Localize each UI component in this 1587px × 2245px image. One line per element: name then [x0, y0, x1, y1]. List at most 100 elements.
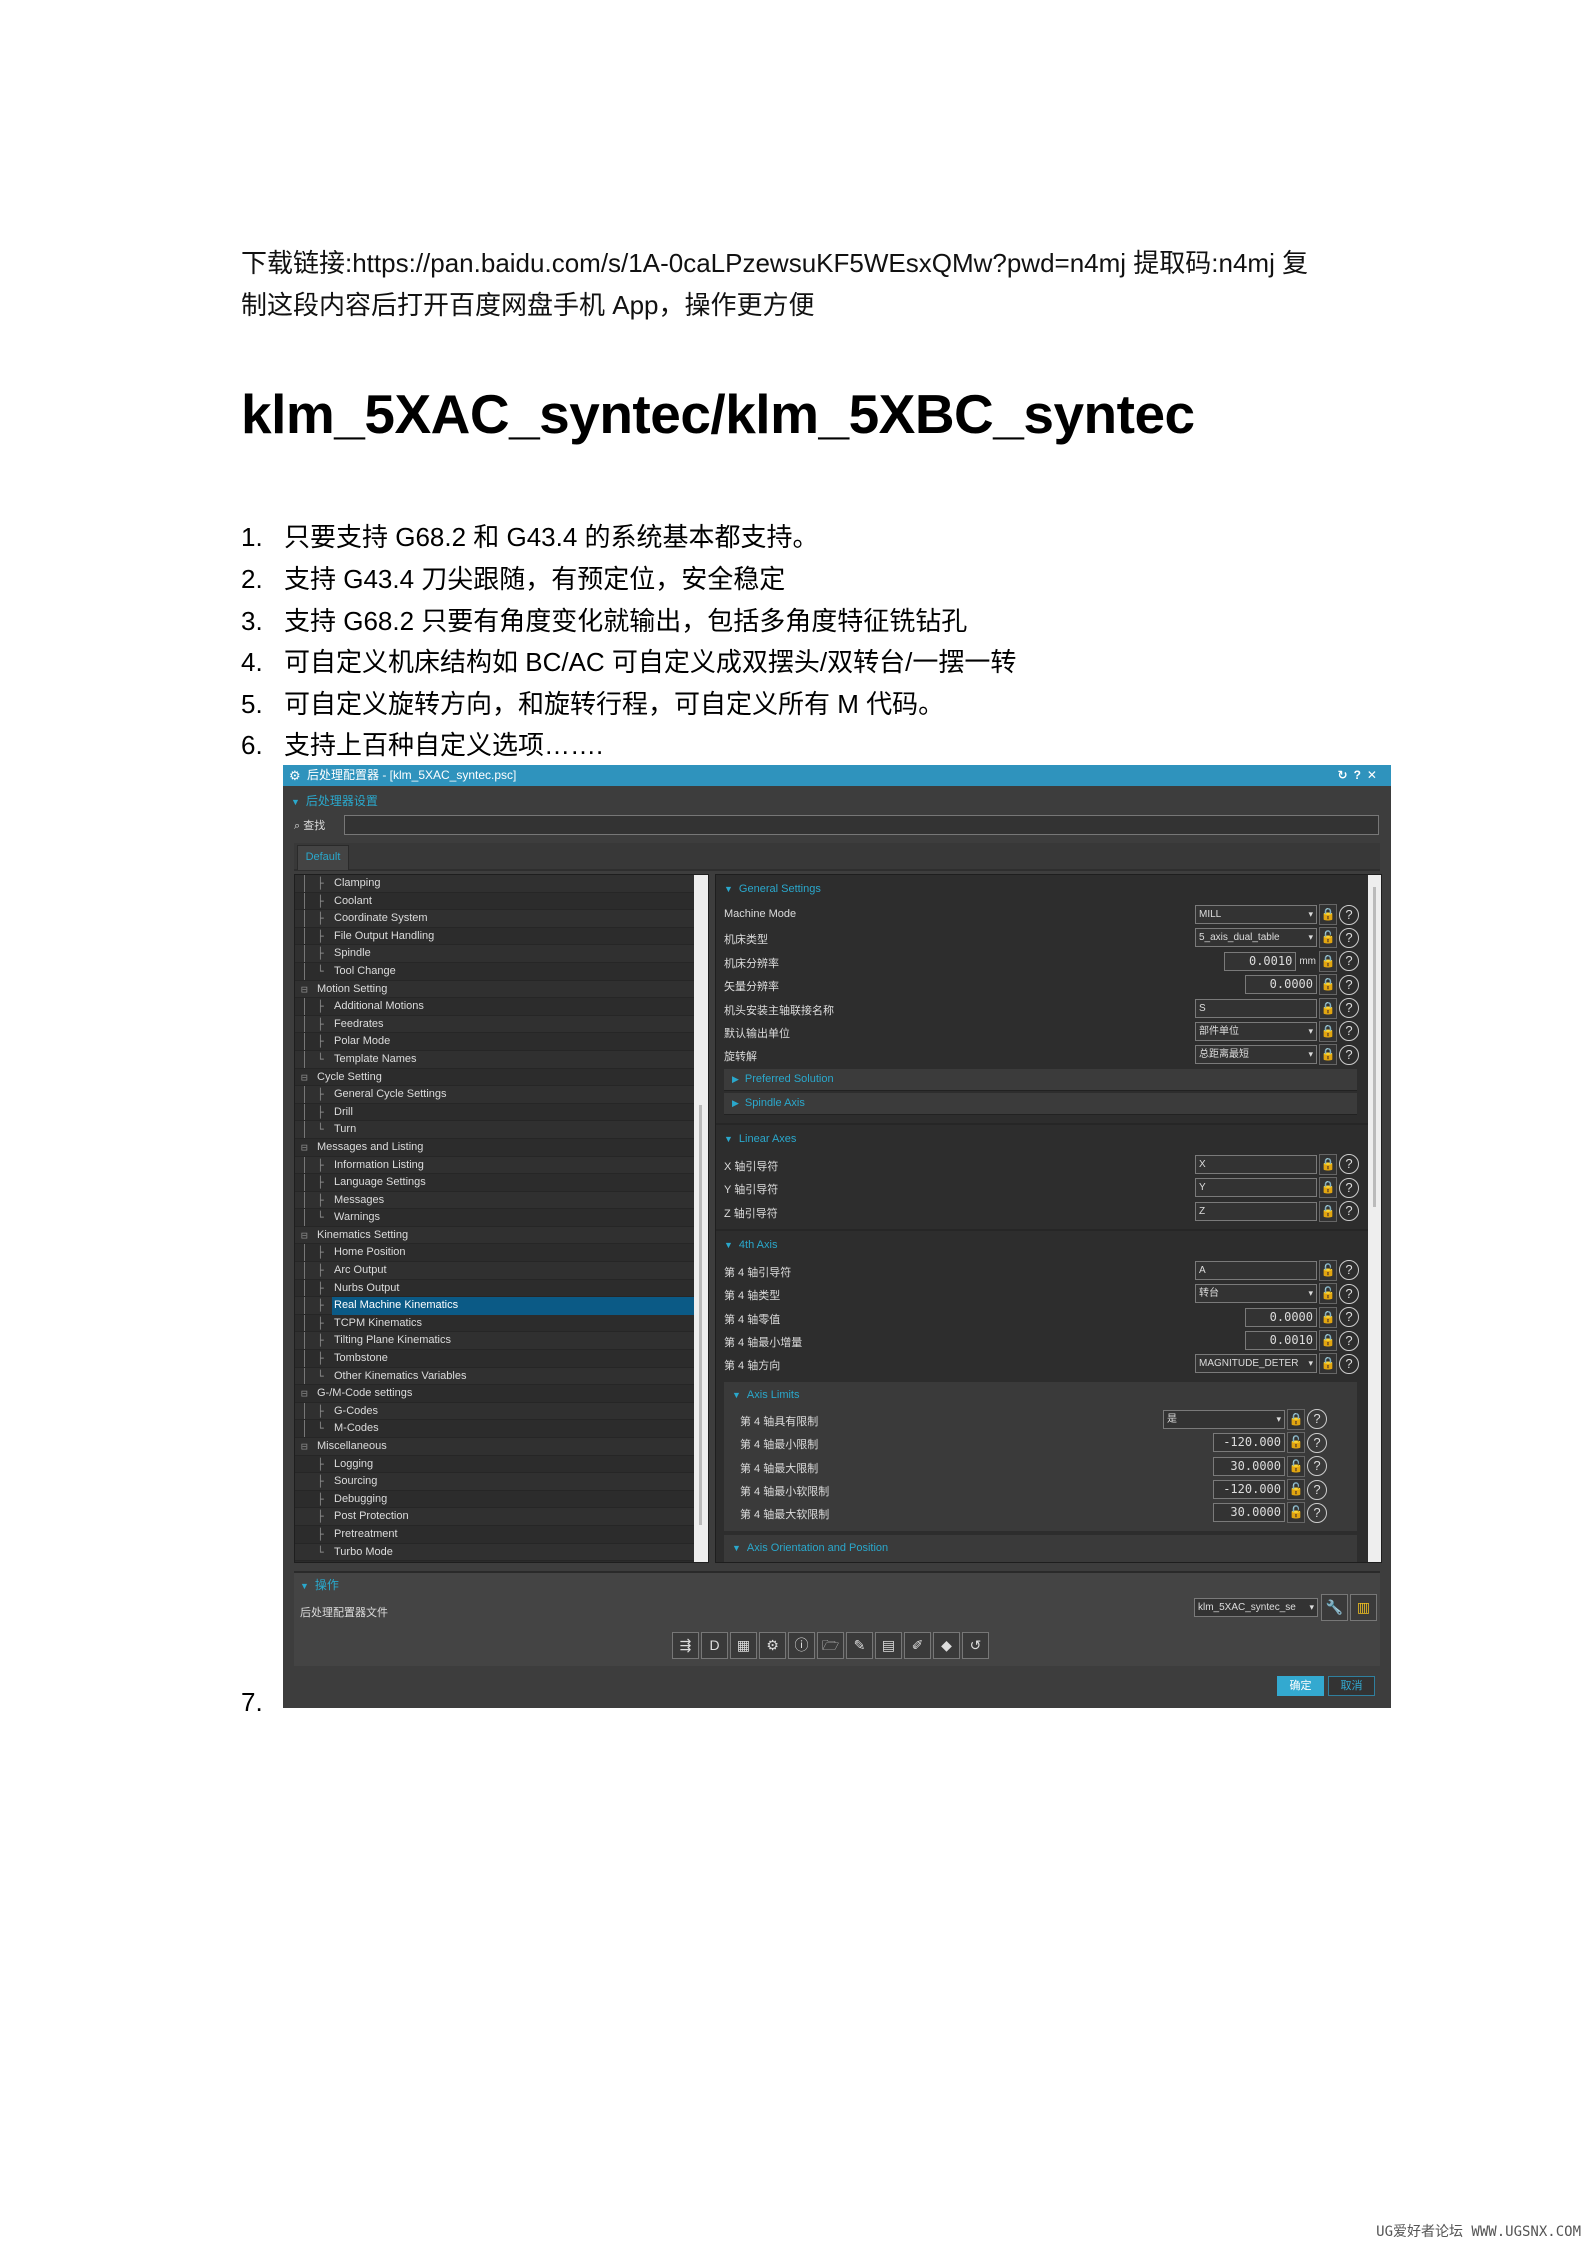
- lock-closed-icon[interactable]: 🔒: [1319, 997, 1337, 1019]
- undo-icon[interactable]: ↺: [962, 1632, 989, 1659]
- lock-closed-icon[interactable]: 🔒: [1287, 1408, 1305, 1430]
- wrench-icon[interactable]: 🔧: [1321, 1594, 1348, 1621]
- tree-item[interactable]: ├ File Output Handling: [295, 927, 708, 946]
- collapse-box-icon[interactable]: ⊟: [301, 1438, 308, 1456]
- tree-item[interactable]: ├ Arc Output: [295, 1262, 708, 1280]
- tree-item[interactable]: ⊟ Miscellaneous: [295, 1438, 708, 1456]
- tree-item[interactable]: ⊟ Kinematics Setting: [295, 1226, 708, 1245]
- tree-item[interactable]: ├ Additional Motions: [295, 998, 708, 1016]
- tree-item[interactable]: ├ Post Protection: [295, 1508, 708, 1526]
- lock-closed-icon[interactable]: 🔒: [1319, 974, 1337, 996]
- tree-item[interactable]: ├ Clamping: [295, 875, 708, 893]
- tree-item[interactable]: ⊟ G-/M-Code settings: [295, 1385, 708, 1403]
- fourth-axis-header[interactable]: ▼ 4th Axis: [716, 1231, 1381, 1259]
- edit-table-icon[interactable]: ▦: [730, 1632, 757, 1659]
- help-icon[interactable]: ?: [1339, 1353, 1359, 1374]
- setting-input[interactable]: Y: [1195, 1178, 1317, 1198]
- setting-input[interactable]: -120.000: [1213, 1433, 1285, 1453]
- setting-input[interactable]: X: [1195, 1154, 1317, 1174]
- tag-icon[interactable]: ◆: [933, 1632, 960, 1659]
- lock-open-icon[interactable]: 🔓: [1287, 1432, 1305, 1454]
- axis-orientation-header[interactable]: ▼ Axis Orientation and Position: [724, 1535, 1357, 1561]
- tree-item[interactable]: ├ Information Listing: [295, 1156, 708, 1175]
- tab-default[interactable]: Default: [297, 845, 349, 870]
- setting-dropdown[interactable]: 是: [1163, 1409, 1285, 1429]
- tree-item[interactable]: ├ Language Settings: [295, 1174, 708, 1192]
- lock-closed-icon[interactable]: 🔒: [1319, 1177, 1337, 1199]
- help-icon[interactable]: ?: [1339, 1177, 1359, 1198]
- help-icon[interactable]: ?: [1339, 904, 1359, 925]
- setting-dropdown[interactable]: MILL: [1195, 905, 1317, 924]
- file-select[interactable]: klm_5XAC_syntec_se: [1194, 1598, 1318, 1617]
- settings-stack-icon[interactable]: ⚙: [759, 1632, 786, 1659]
- help-icon[interactable]: ?: [1339, 1283, 1359, 1304]
- setting-dropdown[interactable]: MAGNITUDE_DETER: [1195, 1354, 1317, 1374]
- setting-input[interactable]: 0.0010: [1224, 951, 1297, 971]
- setting-input[interactable]: -120.000: [1213, 1480, 1285, 1500]
- tree-item[interactable]: ├ Polar Mode: [295, 1033, 708, 1051]
- help-icon[interactable]: ?: [1307, 1479, 1327, 1500]
- help-icon[interactable]: ?: [1339, 1154, 1359, 1175]
- info-icon[interactable]: ⓘ: [788, 1632, 815, 1659]
- setting-input[interactable]: 0.0010: [1245, 1331, 1317, 1351]
- tree-item[interactable]: ⊟ Messages and Listing: [295, 1138, 708, 1157]
- lock-open-icon[interactable]: 🔓: [1319, 1259, 1337, 1281]
- tree-item[interactable]: ├ Messages: [295, 1191, 708, 1210]
- cancel-button[interactable]: 取消: [1328, 1676, 1375, 1696]
- help-icon[interactable]: ?: [1307, 1432, 1327, 1453]
- tree-item[interactable]: ├ Coolant: [295, 892, 708, 911]
- help-icon[interactable]: ?: [1339, 951, 1359, 972]
- lock-closed-icon[interactable]: 🔒: [1319, 904, 1337, 925]
- lock-closed-icon[interactable]: 🔒: [1319, 1200, 1337, 1222]
- lock-closed-icon[interactable]: 🔒: [1319, 1153, 1337, 1175]
- lock-open-icon[interactable]: 🔓: [1287, 1502, 1305, 1524]
- tree-item[interactable]: ├ General Cycle Settings: [295, 1086, 708, 1104]
- tree-item[interactable]: ⊟ Motion Setting: [295, 980, 708, 999]
- tree-scrollbar[interactable]: [694, 875, 708, 1562]
- tree-item[interactable]: ├ Logging: [295, 1455, 708, 1474]
- tree-item[interactable]: ├ Tilting Plane Kinematics: [295, 1332, 708, 1351]
- setting-dropdown[interactable]: 总距离最短: [1195, 1045, 1317, 1065]
- tree-item[interactable]: ├ Drill: [295, 1103, 708, 1122]
- tree-item[interactable]: ├ Debugging: [295, 1490, 708, 1509]
- general-settings-header[interactable]: ▼ General Settings: [716, 875, 1381, 903]
- def-file-icon[interactable]: D: [701, 1632, 728, 1659]
- collapsed-subsection[interactable]: ▶ Preferred Solution: [724, 1068, 1357, 1091]
- setting-dropdown[interactable]: 5_axis_dual_table: [1195, 928, 1317, 948]
- help-icon[interactable]: ?: [1339, 974, 1359, 995]
- help-icon[interactable]: ?: [1307, 1456, 1327, 1477]
- tree-item[interactable]: ├ Nurbs Output: [295, 1279, 708, 1298]
- lock-closed-icon[interactable]: 🔒: [1319, 1353, 1337, 1375]
- tree-item[interactable]: └ Turbo Mode: [295, 1543, 708, 1562]
- lock-closed-icon[interactable]: 🔒: [1319, 1020, 1337, 1042]
- help-icon[interactable]: ?: [1339, 1330, 1359, 1351]
- help-icon[interactable]: ?: [1307, 1409, 1327, 1430]
- ok-button[interactable]: 确定: [1277, 1676, 1324, 1696]
- operations-header[interactable]: ▼ 操作: [300, 1576, 339, 1593]
- setting-dropdown[interactable]: 转台: [1195, 1284, 1317, 1304]
- lock-open-icon[interactable]: 🔓: [1319, 927, 1337, 949]
- tree-item[interactable]: └ Warnings: [295, 1209, 708, 1227]
- setting-input[interactable]: 30.0000: [1213, 1503, 1285, 1523]
- collapse-box-icon[interactable]: ⊟: [301, 1069, 308, 1087]
- panel-scrollbar[interactable]: [1368, 875, 1381, 1562]
- collapsed-subsection[interactable]: ▶ Spindle Axis: [724, 1092, 1357, 1115]
- lock-open-icon[interactable]: 🔓: [1287, 1479, 1305, 1501]
- lock-closed-icon[interactable]: 🔒: [1319, 1306, 1337, 1328]
- edit-window-icon[interactable]: ✎: [846, 1632, 873, 1659]
- help-icon[interactable]: ?: [1339, 1044, 1359, 1065]
- tree-item[interactable]: ├ TCPM Kinematics: [295, 1314, 708, 1333]
- setting-input[interactable]: 30.0000: [1213, 1456, 1285, 1476]
- help-icon[interactable]: ?: [1339, 1201, 1359, 1222]
- lock-closed-icon[interactable]: 🔒: [1319, 1044, 1337, 1066]
- tree-item[interactable]: └ Other Kinematics Variables: [295, 1367, 708, 1386]
- help-icon[interactable]: ?: [1339, 1260, 1359, 1281]
- help-icon[interactable]: ?: [1339, 927, 1359, 948]
- file-lock-icon[interactable]: ▥: [1350, 1594, 1377, 1621]
- tree-item[interactable]: ├ G-Codes: [295, 1402, 708, 1421]
- collapse-box-icon[interactable]: ⊟: [301, 981, 308, 999]
- setting-input[interactable]: 0.0000: [1245, 1307, 1317, 1327]
- tree-item[interactable]: ├ Feedrates: [295, 1015, 708, 1034]
- setting-input[interactable]: S: [1195, 998, 1317, 1018]
- collapse-box-icon[interactable]: ⊟: [301, 1227, 308, 1245]
